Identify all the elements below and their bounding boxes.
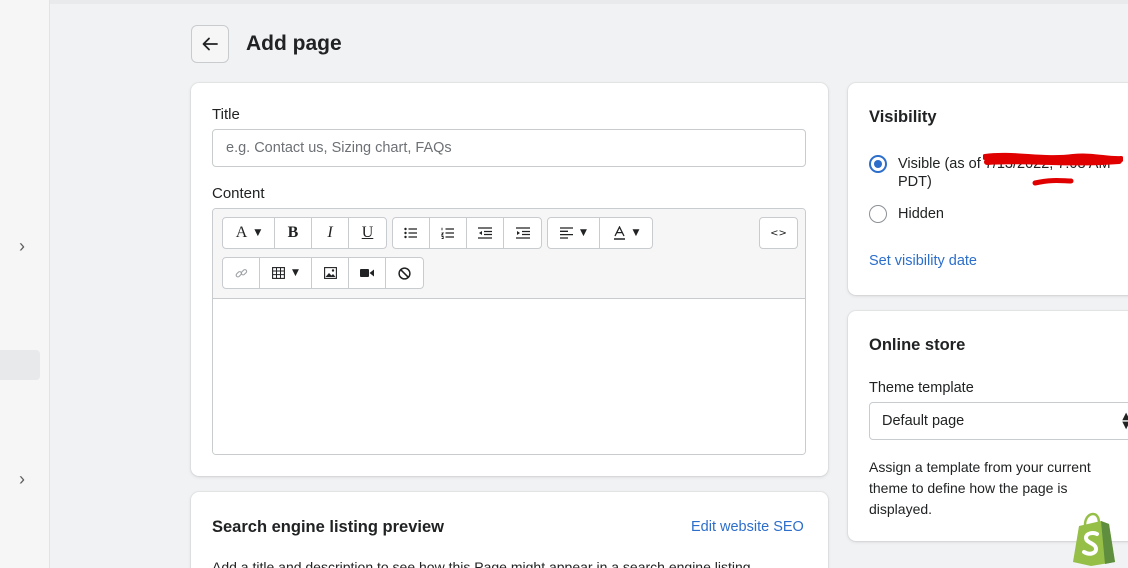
table-icon — [272, 267, 285, 279]
italic-button[interactable]: I — [312, 218, 349, 248]
underline-icon: U — [361, 224, 374, 241]
seo-preview-card: Search engine listing preview Edit websi… — [191, 492, 828, 568]
text-color-dropdown[interactable]: ▼ — [600, 218, 652, 248]
page-header: Add page — [191, 24, 342, 64]
hidden-radio[interactable] — [869, 205, 887, 223]
content-editor-area[interactable] — [213, 299, 805, 454]
shopify-logo-icon — [1073, 512, 1115, 566]
left-nav-rail: › › — [0, 0, 50, 568]
caret-down-icon: ▼ — [292, 268, 299, 278]
insert-table-dropdown[interactable]: ▼ — [260, 258, 312, 288]
numbered-list-button[interactable] — [430, 218, 467, 248]
indent-icon — [515, 227, 530, 239]
text-format-group: A ▼ B I U — [222, 217, 387, 249]
top-bar-edge — [50, 0, 1128, 4]
visible-radio[interactable] — [869, 155, 887, 173]
title-input[interactable] — [212, 129, 806, 167]
text-color-icon — [613, 226, 625, 240]
clear-formatting-button[interactable] — [386, 258, 423, 288]
insert-video-button[interactable] — [349, 258, 386, 288]
font-style-dropdown[interactable]: A ▼ — [223, 218, 275, 248]
nav-active-item[interactable] — [0, 350, 40, 380]
theme-template-label: Theme template — [869, 380, 974, 396]
outdent-icon — [478, 227, 492, 239]
list-group — [392, 217, 542, 249]
online-store-card: Online store Theme template Default page… — [848, 311, 1128, 541]
page-details-card: Title Content A▼ B I U — [191, 83, 828, 476]
back-button[interactable] — [191, 25, 229, 63]
visible-option[interactable]: Visible (as of 7/13/2022, 7:08 AM PDT) — [869, 155, 1128, 191]
insert-group: ▼ — [222, 257, 424, 289]
numbered-list-icon — [441, 227, 454, 239]
caret-down-icon: ▼ — [254, 228, 262, 238]
chevron-right-icon[interactable]: › — [12, 236, 32, 256]
hidden-label: Hidden — [898, 206, 944, 222]
text-align-dropdown[interactable]: ▼ — [548, 218, 600, 248]
seo-heading: Search engine listing preview — [212, 518, 444, 536]
html-view-button[interactable]: <> — [760, 218, 797, 248]
visible-label: Visible (as of 7/13/2022, 7:08 AM PDT) — [898, 156, 1111, 190]
outdent-button[interactable] — [467, 218, 504, 248]
bulleted-list-button[interactable] — [393, 218, 430, 248]
visibility-card: Visibility Visible (as of 7/13/2022, 7:0… — [848, 83, 1128, 295]
align-left-icon — [560, 227, 574, 239]
indent-button[interactable] — [504, 218, 541, 248]
theme-template-select[interactable]: Default page ▲ ▼ — [869, 402, 1128, 440]
italic-icon: I — [327, 224, 333, 241]
clear-format-icon — [398, 266, 411, 280]
underline-button[interactable]: U — [349, 218, 386, 248]
theme-template-value: Default page — [882, 413, 965, 429]
font-icon: A — [235, 224, 248, 241]
code-icon: <> — [770, 227, 787, 239]
insert-link-button[interactable] — [223, 258, 260, 288]
online-store-heading: Online store — [869, 336, 966, 354]
bold-icon: B — [287, 224, 299, 241]
set-visibility-date-link[interactable]: Set visibility date — [869, 253, 977, 269]
visibility-heading: Visibility — [869, 108, 937, 126]
rich-text-editor: A ▼ B I U ▼ ▼ <> ▼ — [212, 208, 806, 455]
chevron-right-icon[interactable]: › — [12, 469, 32, 489]
editor-toolbar: A ▼ B I U ▼ ▼ <> ▼ — [213, 209, 805, 299]
hidden-option[interactable]: Hidden — [869, 205, 1128, 223]
title-label: Title — [212, 106, 240, 123]
arrow-left-icon — [202, 37, 218, 51]
code-view-group: <> — [759, 217, 798, 249]
edit-seo-link[interactable]: Edit website SEO — [691, 519, 804, 535]
caret-down-icon: ▼ — [580, 228, 587, 238]
seo-description: Add a title and description to see how t… — [212, 559, 751, 568]
content-label: Content — [212, 185, 265, 202]
bold-button[interactable]: B — [275, 218, 312, 248]
insert-image-button[interactable] — [312, 258, 349, 288]
image-icon — [323, 267, 337, 279]
video-icon — [360, 269, 374, 277]
page-title: Add page — [246, 32, 342, 55]
bulleted-list-icon — [404, 227, 417, 239]
theme-template-help: Assign a template from your current them… — [869, 459, 1091, 517]
link-icon — [235, 268, 247, 277]
select-arrows-icon: ▲ ▼ — [1122, 411, 1128, 431]
caret-down-icon: ▼ — [632, 228, 640, 238]
alignment-color-group: ▼ ▼ — [547, 217, 653, 249]
